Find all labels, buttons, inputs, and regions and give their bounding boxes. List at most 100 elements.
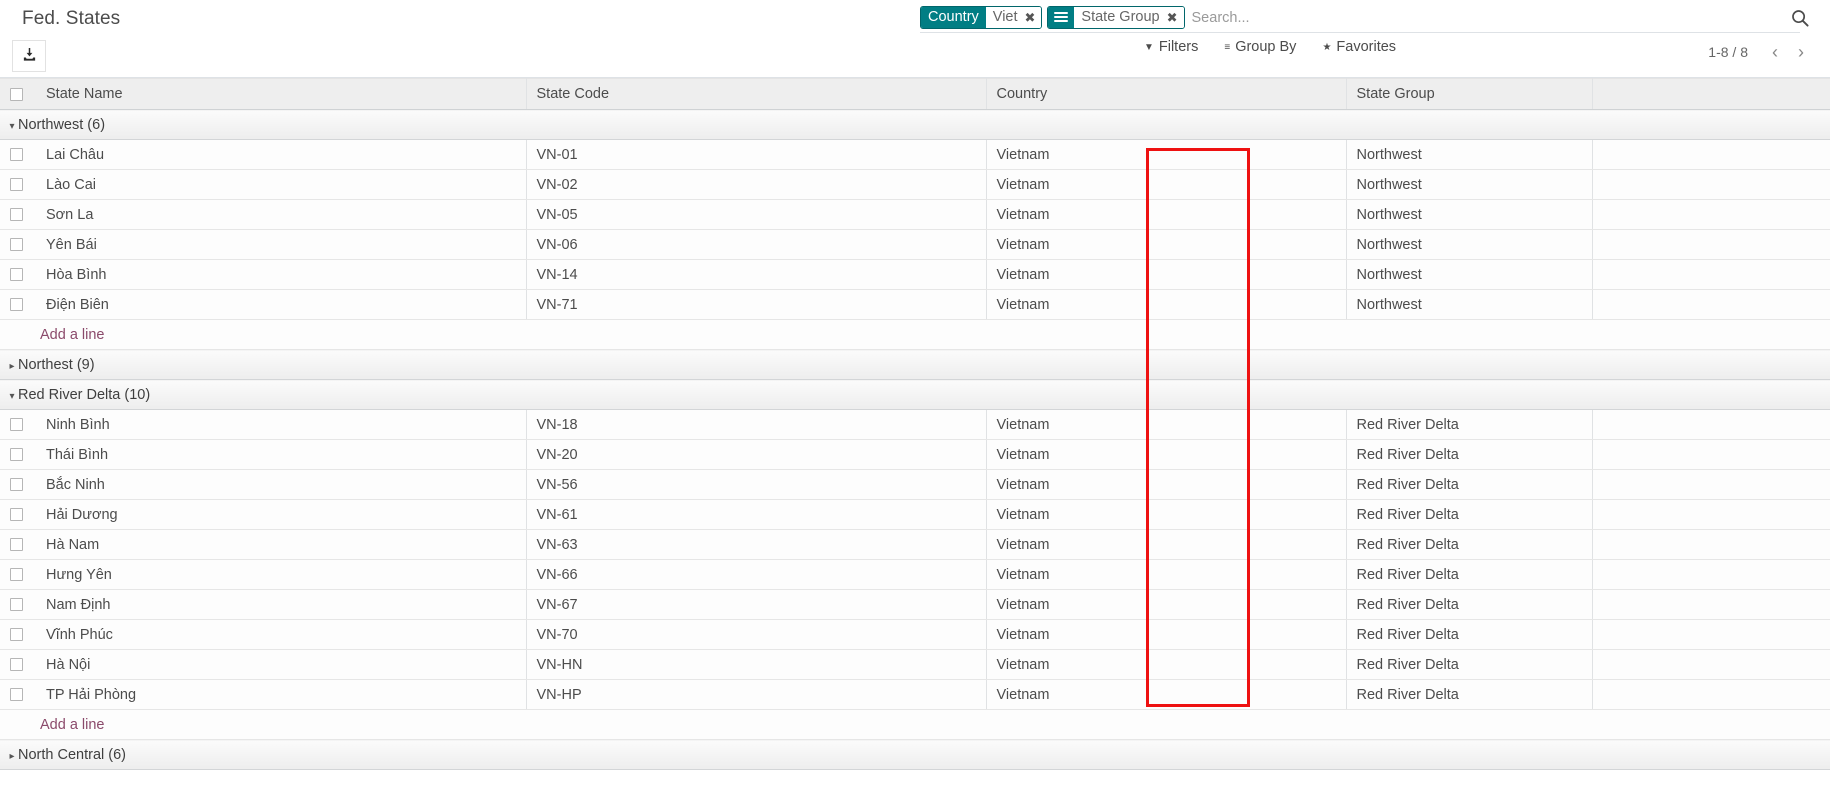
cell-group[interactable]: Red River Delta (1346, 590, 1592, 620)
cell-name[interactable]: Vĩnh Phúc (36, 620, 526, 650)
cell-group[interactable]: Northwest (1346, 230, 1592, 260)
group-header-row[interactable]: ▸North Central (6) (0, 740, 1830, 770)
row-checkbox[interactable] (10, 658, 23, 671)
cell-name[interactable]: Ninh Bình (36, 410, 526, 440)
table-row[interactable]: Vĩnh PhúcVN-70VietnamRed River Delta (0, 620, 1830, 650)
cell-country[interactable]: Vietnam (986, 560, 1346, 590)
table-row[interactable]: TP Hải PhòngVN-HPVietnamRed River Delta (0, 680, 1830, 710)
cell-name[interactable]: Hà Nội (36, 650, 526, 680)
cell-name[interactable]: Lai Châu (36, 140, 526, 170)
group-header-row[interactable]: ▾Northwest (6) (0, 110, 1830, 140)
cell-name[interactable]: Nam Định (36, 590, 526, 620)
filters-toggle[interactable]: ▼ Filters (1144, 39, 1198, 55)
table-row[interactable]: Hòa BìnhVN-14VietnamNorthwest (0, 260, 1830, 290)
column-header-state-name[interactable]: State Name (36, 79, 526, 110)
cell-country[interactable]: Vietnam (986, 470, 1346, 500)
group-header-row[interactable]: ▸Northest (9) (0, 350, 1830, 380)
facet-country[interactable]: Country Viet ✖ (920, 6, 1042, 29)
cell-code[interactable]: VN-01 (526, 140, 986, 170)
table-row[interactable]: Hà NộiVN-HNVietnamRed River Delta (0, 650, 1830, 680)
cell-country[interactable]: Vietnam (986, 680, 1346, 710)
cell-code[interactable]: VN-HP (526, 680, 986, 710)
table-row[interactable]: Hải DươngVN-61VietnamRed River Delta (0, 500, 1830, 530)
table-row[interactable]: Hưng YênVN-66VietnamRed River Delta (0, 560, 1830, 590)
cell-group[interactable]: Northwest (1346, 260, 1592, 290)
cell-group[interactable]: Red River Delta (1346, 650, 1592, 680)
cell-name[interactable]: Hải Dương (36, 500, 526, 530)
cell-name[interactable]: Hà Nam (36, 530, 526, 560)
cell-code[interactable]: VN-71 (526, 290, 986, 320)
cell-group[interactable]: Red River Delta (1346, 620, 1592, 650)
table-row[interactable]: Bắc NinhVN-56VietnamRed River Delta (0, 470, 1830, 500)
row-checkbox[interactable] (10, 268, 23, 281)
cell-code[interactable]: VN-02 (526, 170, 986, 200)
add-a-line-cell[interactable]: Add a line (0, 710, 1830, 740)
row-checkbox[interactable] (10, 178, 23, 191)
cell-group[interactable]: Red River Delta (1346, 410, 1592, 440)
cell-code[interactable]: VN-70 (526, 620, 986, 650)
table-row[interactable]: Hà NamVN-63VietnamRed River Delta (0, 530, 1830, 560)
cell-group[interactable]: Northwest (1346, 200, 1592, 230)
cell-country[interactable]: Vietnam (986, 650, 1346, 680)
cell-country[interactable]: Vietnam (986, 530, 1346, 560)
facet-country-remove-icon[interactable]: ✖ (1022, 7, 1042, 28)
cell-country[interactable]: Vietnam (986, 260, 1346, 290)
cell-code[interactable]: VN-06 (526, 230, 986, 260)
add-a-line-row[interactable]: Add a line (0, 320, 1830, 350)
cell-group[interactable]: Red River Delta (1346, 530, 1592, 560)
cell-code[interactable]: VN-18 (526, 410, 986, 440)
cell-code[interactable]: VN-66 (526, 560, 986, 590)
group-header-cell[interactable]: ▾Northwest (6) (0, 110, 1830, 140)
cell-country[interactable]: Vietnam (986, 410, 1346, 440)
cell-country[interactable]: Vietnam (986, 290, 1346, 320)
cell-code[interactable]: VN-67 (526, 590, 986, 620)
cell-group[interactable]: Northwest (1346, 290, 1592, 320)
add-a-line-link[interactable]: Add a line (10, 327, 105, 343)
pager-next-button[interactable]: › (1790, 40, 1812, 64)
row-checkbox[interactable] (10, 688, 23, 701)
group-by-toggle[interactable]: ≡ Group By (1224, 39, 1296, 55)
row-checkbox[interactable] (10, 448, 23, 461)
table-row[interactable]: Điện BiênVN-71VietnamNorthwest (0, 290, 1830, 320)
table-row[interactable]: Sơn LaVN-05VietnamNorthwest (0, 200, 1830, 230)
cell-name[interactable]: TP Hải Phòng (36, 680, 526, 710)
row-checkbox[interactable] (10, 628, 23, 641)
cell-country[interactable]: Vietnam (986, 140, 1346, 170)
facet-state-group[interactable]: State Group ✖ (1047, 6, 1184, 29)
export-button[interactable]: Export (12, 40, 46, 72)
cell-name[interactable]: Hòa Bình (36, 260, 526, 290)
cell-group[interactable]: Red River Delta (1346, 470, 1592, 500)
add-a-line-cell[interactable]: Add a line (0, 320, 1830, 350)
row-checkbox[interactable] (10, 148, 23, 161)
table-row[interactable]: Ninh BìnhVN-18VietnamRed River Delta (0, 410, 1830, 440)
cell-name[interactable]: Thái Bình (36, 440, 526, 470)
cell-country[interactable]: Vietnam (986, 500, 1346, 530)
cell-name[interactable]: Lào Cai (36, 170, 526, 200)
column-header-country[interactable]: Country (986, 79, 1346, 110)
table-row[interactable]: Nam ĐịnhVN-67VietnamRed River Delta (0, 590, 1830, 620)
cell-group[interactable]: Red River Delta (1346, 680, 1592, 710)
pager-previous-button[interactable]: ‹ (1764, 40, 1786, 64)
row-checkbox[interactable] (10, 238, 23, 251)
cell-name[interactable]: Hưng Yên (36, 560, 526, 590)
row-checkbox[interactable] (10, 418, 23, 431)
table-row[interactable]: Thái BìnhVN-20VietnamRed River Delta (0, 440, 1830, 470)
cell-code[interactable]: VN-56 (526, 470, 986, 500)
row-checkbox[interactable] (10, 208, 23, 221)
group-header-cell[interactable]: ▸North Central (6) (0, 740, 1830, 770)
column-header-state-code[interactable]: State Code (526, 79, 986, 110)
cell-group[interactable]: Red River Delta (1346, 560, 1592, 590)
cell-code[interactable]: VN-14 (526, 260, 986, 290)
row-checkbox[interactable] (10, 478, 23, 491)
cell-country[interactable]: Vietnam (986, 440, 1346, 470)
cell-name[interactable]: Yên Bái (36, 230, 526, 260)
cell-code[interactable]: VN-20 (526, 440, 986, 470)
facet-state-group-remove-icon[interactable]: ✖ (1164, 7, 1184, 28)
cell-code[interactable]: VN-05 (526, 200, 986, 230)
cell-code[interactable]: VN-HN (526, 650, 986, 680)
add-a-line-link[interactable]: Add a line (10, 717, 105, 733)
cell-country[interactable]: Vietnam (986, 200, 1346, 230)
row-checkbox[interactable] (10, 598, 23, 611)
row-checkbox[interactable] (10, 538, 23, 551)
cell-group[interactable]: Northwest (1346, 170, 1592, 200)
